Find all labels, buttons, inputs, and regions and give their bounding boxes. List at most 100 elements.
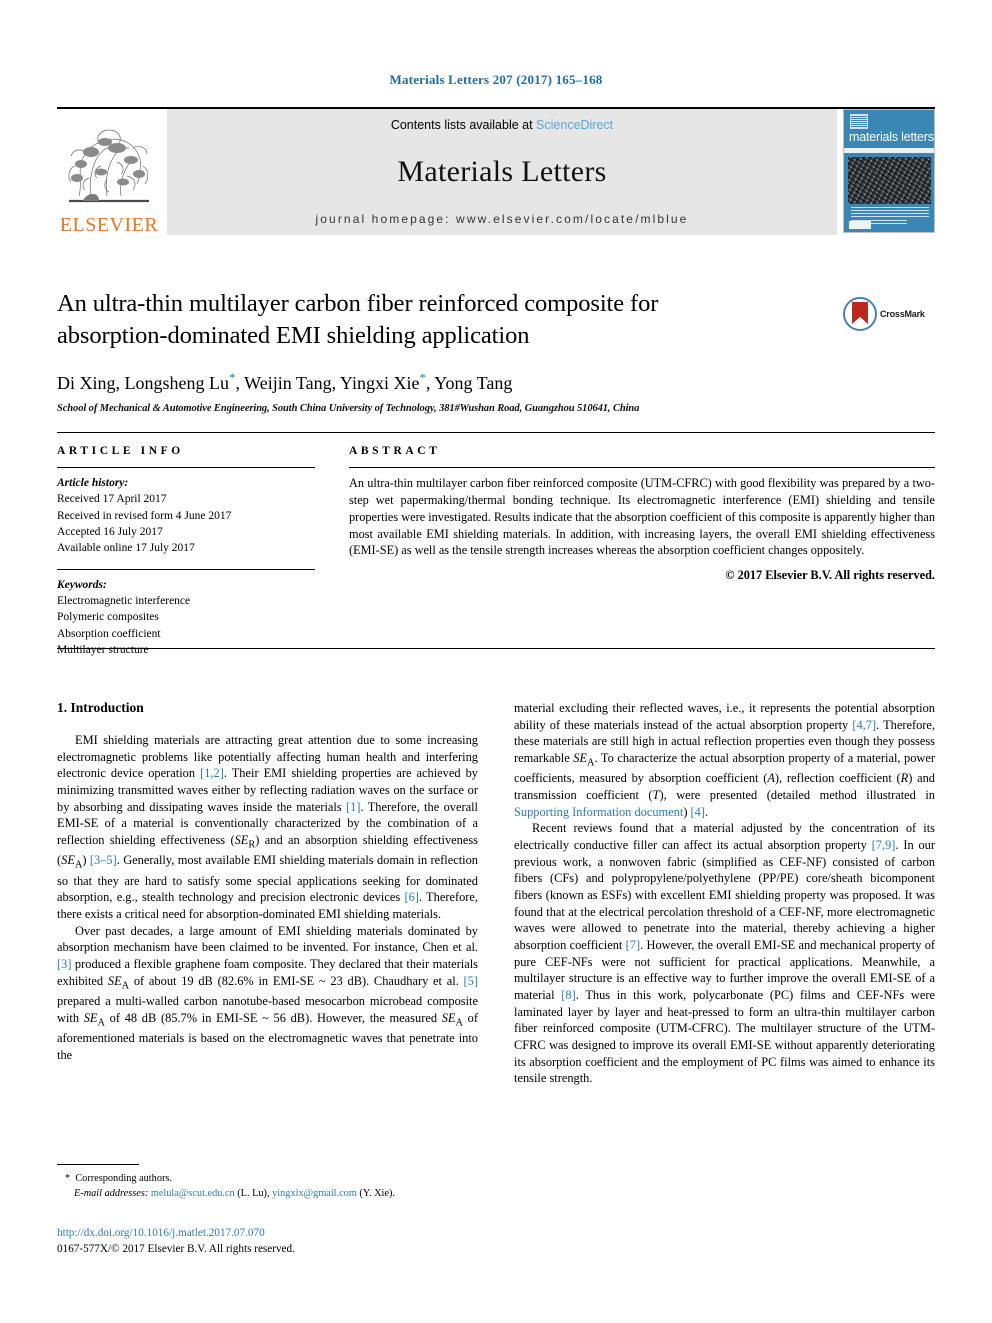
citation-ref[interactable]: [8] bbox=[561, 988, 575, 1002]
email-addresses-note: E-mail addresses: melula@scut.edu.cn (L.… bbox=[57, 1187, 478, 1202]
symbol-a: A bbox=[767, 771, 775, 786]
journal-masthead: ELSEVIER Contents lists available at Sci… bbox=[57, 107, 935, 235]
citation-ref[interactable]: [6] bbox=[404, 890, 418, 904]
keywords-rule bbox=[57, 568, 315, 570]
cover-band bbox=[844, 148, 934, 153]
email-link-1[interactable]: melula@scut.edu.cn bbox=[151, 1188, 235, 1199]
footnote-rule bbox=[57, 1164, 139, 1165]
journal-homepage-line[interactable]: journal homepage: www.elsevier.com/locat… bbox=[316, 212, 689, 226]
keyword-item: Multilayer structure bbox=[57, 643, 149, 656]
elsevier-logo: ELSEVIER bbox=[57, 109, 161, 235]
body-right-column: material excluding their reflected waves… bbox=[514, 700, 935, 1087]
column-gap bbox=[315, 445, 349, 658]
title-block: An ultra-thin multilayer carbon fiber re… bbox=[57, 288, 935, 414]
text-run: of 48 dB (85.7% in EMI-SE ~ 56 dB). Howe… bbox=[104, 1010, 442, 1025]
citation-ref[interactable]: [4,7] bbox=[852, 718, 876, 732]
abstract-heading: ABSTRACT bbox=[349, 445, 441, 457]
cover-publisher-mark-icon bbox=[850, 114, 868, 129]
body-columns: 1. Introduction EMI shielding materials … bbox=[57, 700, 935, 1087]
history-item: Available online 17 July 2017 bbox=[57, 542, 195, 555]
email-owner-2: (Y. Xie). bbox=[356, 1187, 395, 1199]
citation-ref[interactable]: [1] bbox=[346, 800, 360, 814]
cover-text-block-1 bbox=[851, 207, 929, 217]
corresponding-author-text: Corresponding authors. bbox=[75, 1173, 172, 1184]
contents-prefix: Contents lists available at bbox=[390, 118, 537, 132]
author-group-3: , Yong Tang bbox=[425, 373, 513, 394]
email-label: E-mail addresses: bbox=[74, 1187, 149, 1199]
text-run: . Thus in this work, polycarbonate (PC) … bbox=[514, 988, 935, 1086]
elsevier-tree-icon bbox=[61, 122, 157, 214]
cover-micrograph-image bbox=[848, 157, 931, 204]
citation-ref[interactable]: [4] bbox=[691, 805, 705, 819]
citation-ref[interactable]: [7,9] bbox=[872, 838, 896, 852]
cover-title-text: materials letters bbox=[849, 130, 934, 144]
footnote-block: * Corresponding authors. E-mail addresse… bbox=[57, 1164, 478, 1202]
crossmark-label: CrossMark bbox=[880, 309, 925, 319]
author-list: Di Xing, Longsheng Lu*, Weijin Tang, Yin… bbox=[57, 370, 935, 394]
keyword-item: Polymeric composites bbox=[57, 611, 159, 624]
article-history-label: Article history: bbox=[57, 477, 129, 489]
journal-cover-thumbnail: materials letters bbox=[843, 109, 935, 233]
symbol-se: SE bbox=[107, 973, 122, 988]
abstract-text: An ultra-thin multilayer carbon fiber re… bbox=[349, 476, 935, 558]
text-run: of about 19 dB (82.6% in EMI-SE ~ 23 dB)… bbox=[129, 973, 464, 988]
article-info-rule bbox=[57, 467, 315, 468]
doi-block: http://dx.doi.org/10.1016/j.matlet.2017.… bbox=[57, 1226, 557, 1257]
citation-ref[interactable]: [3–5] bbox=[90, 853, 117, 867]
doi-link[interactable]: http://dx.doi.org/10.1016/j.matlet.2017.… bbox=[57, 1226, 557, 1242]
symbol-se: SE bbox=[83, 1010, 98, 1025]
crossmark-badge[interactable]: CrossMark bbox=[843, 296, 935, 332]
paragraph-2: Over past decades, a large amount of EMI… bbox=[57, 923, 478, 1064]
text-run: ), reflection coefficient ( bbox=[774, 771, 901, 786]
footnote-star: * bbox=[65, 1173, 71, 1184]
paragraph-1: EMI shielding materials are attracting g… bbox=[57, 732, 478, 923]
symbol-subscript: A bbox=[455, 1017, 463, 1029]
citation-ref[interactable]: [5] bbox=[464, 974, 478, 988]
author-group-1: Di Xing, Longsheng Lu bbox=[57, 373, 229, 394]
history-item: Received in revised form 4 June 2017 bbox=[57, 509, 232, 522]
supporting-information-link[interactable]: Supporting Information document bbox=[514, 805, 683, 819]
title-line-2: absorption-dominated EMI shielding appli… bbox=[57, 322, 530, 350]
paragraph-4: Recent reviews found that a material adj… bbox=[514, 820, 935, 1087]
body-left-column: 1. Introduction EMI shielding materials … bbox=[57, 700, 478, 1087]
contents-available-line: Contents lists available at ScienceDirec… bbox=[391, 118, 613, 132]
contents-banner: Contents lists available at ScienceDirec… bbox=[167, 109, 837, 235]
symbol-subscript: A bbox=[587, 757, 595, 769]
text-run: ) bbox=[82, 853, 90, 868]
symbol-subscript: A bbox=[97, 1017, 105, 1029]
body-separator-rule bbox=[57, 648, 935, 649]
citation-ref[interactable]: [3] bbox=[57, 957, 71, 971]
symbol-se: SE bbox=[573, 751, 588, 766]
affiliation: School of Mechanical & Automotive Engine… bbox=[57, 403, 640, 415]
email-owner-1: (L. Lu), bbox=[234, 1187, 273, 1199]
copyright-line: © 2017 Elsevier B.V. All rights reserved… bbox=[725, 568, 935, 583]
text-run: . bbox=[705, 804, 709, 819]
page-title: An ultra-thin multilayer carbon fiber re… bbox=[57, 288, 757, 352]
symbol-subscript: A bbox=[121, 980, 130, 992]
text-run: ), were presented (detailed method illus… bbox=[659, 788, 935, 803]
elsevier-wordmark: ELSEVIER bbox=[59, 214, 159, 236]
title-line-1: An ultra-thin multilayer carbon fiber re… bbox=[57, 290, 659, 317]
keywords-label: Keywords: bbox=[57, 578, 107, 591]
cover-bottom-logo bbox=[849, 221, 871, 229]
sciencedirect-link[interactable]: ScienceDirect bbox=[536, 118, 613, 132]
crossmark-icon bbox=[843, 297, 877, 331]
email-link-2[interactable]: yingxix@gmail.com bbox=[272, 1188, 357, 1199]
text-run: Over past decades, a large amount of EMI… bbox=[57, 923, 478, 955]
corresponding-author-note: * Corresponding authors. bbox=[57, 1172, 478, 1187]
paragraph-3: material excluding their reflected waves… bbox=[514, 700, 935, 820]
article-info-column: ARTICLE INFO Article history: Received 1… bbox=[57, 445, 315, 658]
symbol-se: SE bbox=[61, 853, 75, 868]
keyword-item: Electromagnetic interference bbox=[57, 594, 191, 607]
paper-page: Materials Letters 207 (2017) 165–168 ELS… bbox=[0, 0, 992, 1323]
author-group-2: , Weijin Tang, Yingxi Xie bbox=[235, 373, 420, 394]
citation-ref[interactable]: [1,2] bbox=[200, 766, 224, 780]
abstract-column: ABSTRACT An ultra-thin multilayer carbon… bbox=[349, 445, 935, 658]
history-item: Received 17 April 2017 bbox=[57, 493, 167, 506]
citation-ref[interactable]: [7] bbox=[626, 938, 640, 952]
info-abstract-section: ARTICLE INFO Article history: Received 1… bbox=[57, 432, 935, 658]
history-item: Accepted 16 July 2017 bbox=[57, 525, 163, 538]
abstract-rule bbox=[349, 467, 935, 468]
symbol-se: SE bbox=[441, 1010, 456, 1025]
body-column-gap bbox=[478, 700, 514, 1087]
